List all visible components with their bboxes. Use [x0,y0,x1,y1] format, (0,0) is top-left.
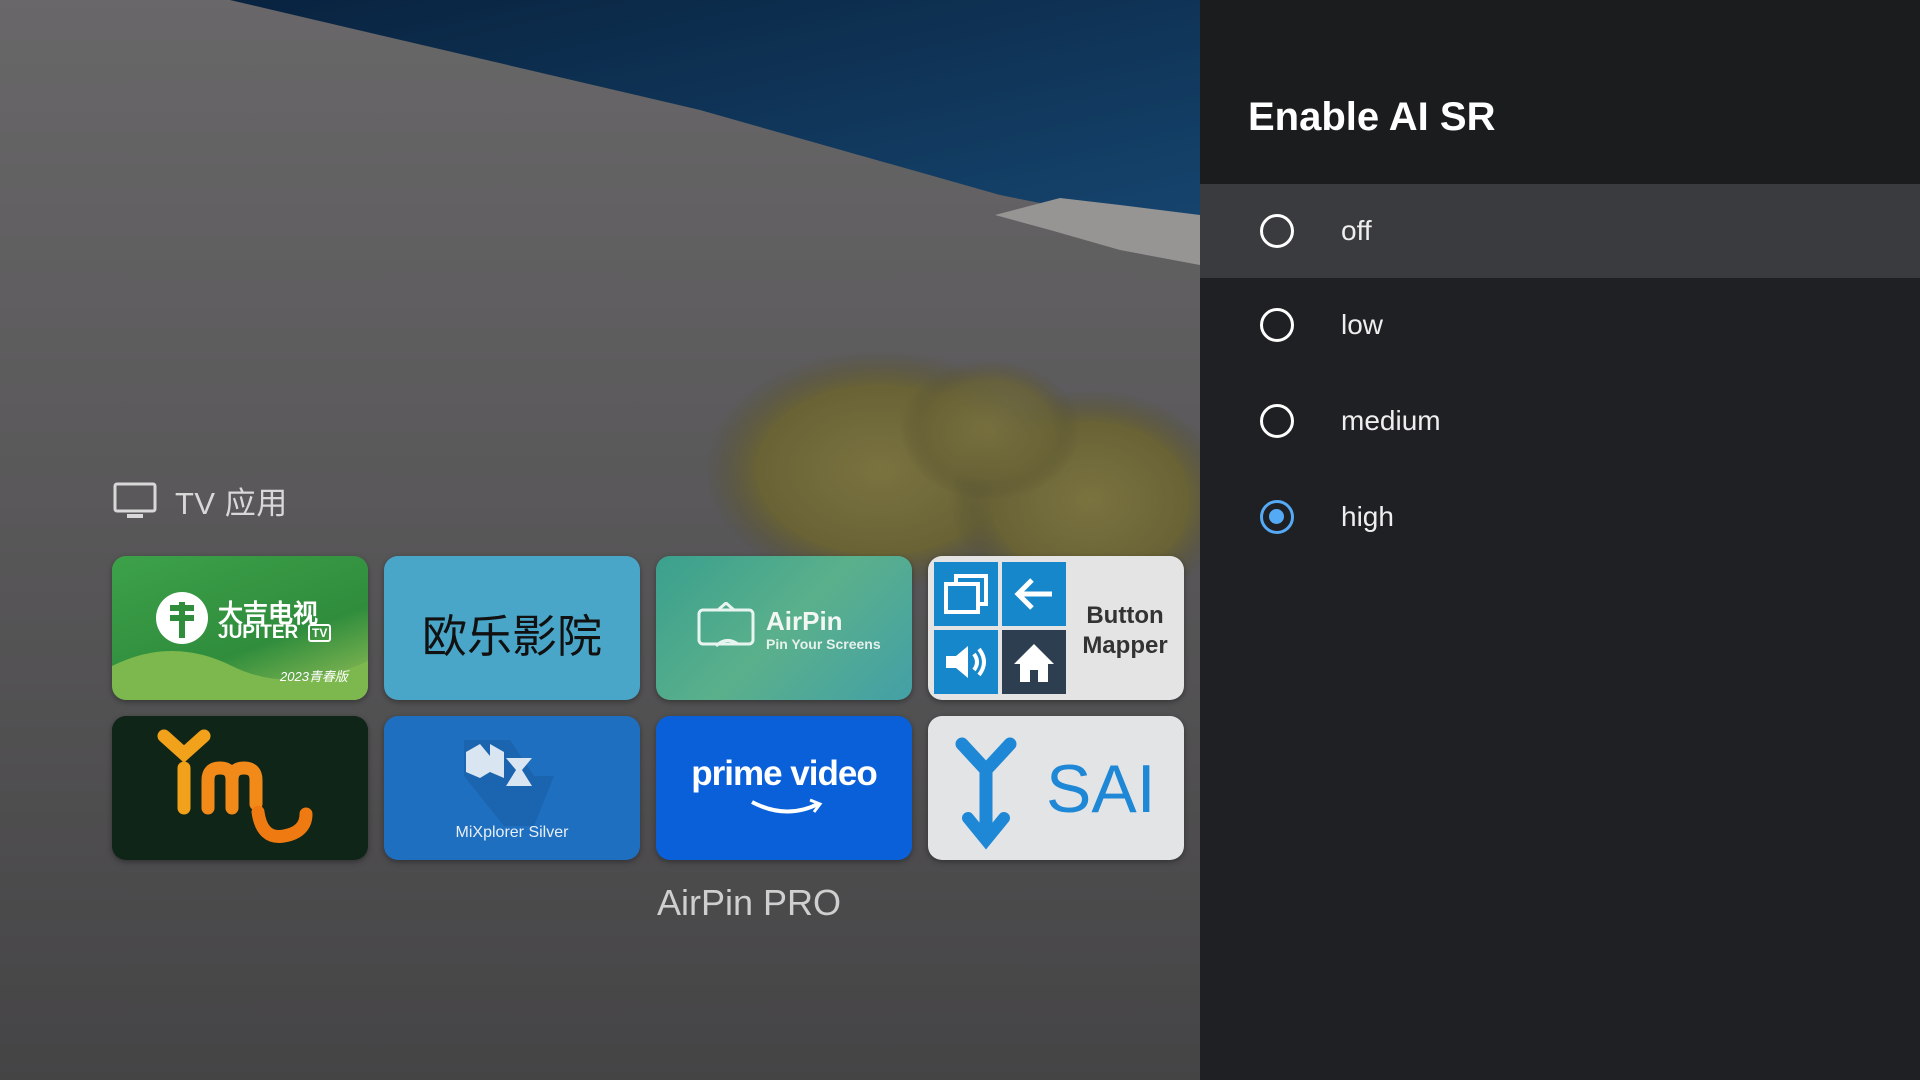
radio-unchecked-icon[interactable] [1260,404,1294,438]
jupiter-badge: TV [308,624,332,642]
mapper-line2: Mapper [1082,632,1168,659]
imu-logo-icon [157,729,313,843]
option-low[interactable]: low [1200,278,1920,372]
panel-title: Enable AI SR [1248,95,1496,139]
option-label: medium [1341,405,1441,436]
app-tile-jupiter-tv[interactable]: 大吉电视 JUPITER TV 2023青春版 [112,556,368,700]
mapper-line1: Button [1086,602,1164,629]
option-high[interactable]: high [1200,470,1920,564]
app-tile-sai[interactable]: SAI [928,716,1184,860]
app-tile-airpin[interactable]: AirPin Pin Your Screens [656,556,912,700]
section-header: TV 应用 [113,478,288,523]
volume-icon [934,630,998,694]
tv-icon [113,482,157,518]
airpin-screen-icon [697,602,755,648]
sai-name: SAI [1046,751,1156,827]
prime-name: prime video [691,754,877,793]
option-off[interactable]: off [1200,184,1920,278]
airpin-name: AirPin [766,606,843,636]
app-tile-mixplorer-silver[interactable]: MiXplorer Silver [384,716,640,860]
app-tile-prime-video[interactable]: prime video [656,716,912,860]
section-title: TV 应用 [175,486,288,521]
app-tile-oule-cinema[interactable]: 欧乐影院 [384,556,640,700]
settings-side-panel: Enable AI SR off low medium high [1200,0,1920,1080]
radio-checked-icon[interactable] [1260,500,1294,534]
home-icon [1002,630,1066,694]
prime-smile-icon [751,798,823,814]
focused-app-caption: AirPin PRO [656,882,842,923]
panel-header: Enable AI SR [1200,0,1920,184]
mix-name: MiXplorer Silver [455,824,569,841]
airpin-sub: Pin Your Screens [766,636,881,652]
option-label: off [1341,215,1372,246]
option-label: low [1341,309,1384,340]
oule-name: 欧乐影院 [421,611,602,662]
app-tile-button-mapper[interactable]: Button Mapper [928,556,1184,700]
launcher-home: TV 应用 大吉电视 JUPITER TV 2023青春版 欧乐影院 AirPi… [0,0,1200,1080]
back-arrow-icon [1002,562,1066,626]
radio-unchecked-icon[interactable] [1260,308,1294,342]
jupiter-edition: 2023青春版 [280,669,348,684]
radio-unchecked-icon[interactable] [1260,214,1294,248]
option-label: high [1341,501,1394,532]
jupiter-sub: JUPITER [218,622,299,643]
sai-merge-arrow-icon [955,737,1017,850]
option-medium[interactable]: medium [1200,374,1920,468]
recents-icon [934,562,998,626]
app-tile-imu[interactable] [112,716,368,860]
